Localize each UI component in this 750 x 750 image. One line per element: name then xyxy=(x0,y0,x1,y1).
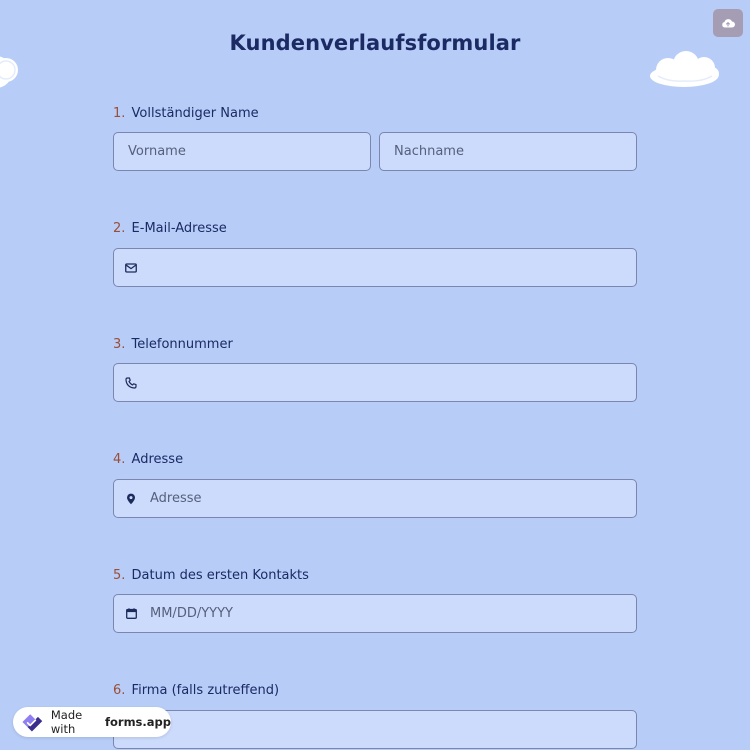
question-text: Firma (falls zutreffend) xyxy=(131,683,280,698)
question-text: Adresse xyxy=(131,452,184,467)
question-text: Telefonnummer xyxy=(131,337,233,352)
question-address: 4. Adresse xyxy=(113,451,637,469)
question-first-contact-date: 5. Datum des ersten Kontakts xyxy=(113,567,637,585)
map-pin-icon xyxy=(124,492,138,506)
last-name-placeholder: Nachname xyxy=(394,144,464,159)
envelope-icon xyxy=(124,261,138,275)
question-label: 6. Firma (falls zutreffend) xyxy=(113,682,637,700)
badge-prefix: Made with xyxy=(50,708,83,736)
address-input[interactable]: Adresse xyxy=(113,479,637,518)
question-full-name: 1. Vollständiger Name xyxy=(113,105,637,123)
forms-app-logo-icon xyxy=(22,714,43,732)
question-text: Vollständiger Name xyxy=(131,106,259,121)
question-label: 3. Telefonnummer xyxy=(113,336,637,354)
last-name-input[interactable]: Nachname xyxy=(379,132,637,171)
question-company: 6. Firma (falls zutreffend) xyxy=(113,682,637,700)
company-input[interactable] xyxy=(113,710,637,749)
question-text: Datum des ersten Kontakts xyxy=(131,568,309,583)
question-label: 1. Vollständiger Name xyxy=(113,105,637,123)
address-placeholder: Adresse xyxy=(150,491,202,506)
phone-icon xyxy=(124,376,138,390)
question-text: E-Mail-Adresse xyxy=(131,221,227,236)
question-number: 6. xyxy=(113,683,126,698)
first-name-input[interactable]: Vorname xyxy=(113,132,371,171)
question-label: 5. Datum des ersten Kontakts xyxy=(113,567,637,585)
question-number: 5. xyxy=(113,568,126,583)
phone-input[interactable] xyxy=(113,363,637,402)
form-page: Kundenverlaufsformular 1. Vollständiger … xyxy=(0,0,750,750)
date-input[interactable]: MM/DD/YYYY xyxy=(113,594,637,633)
question-number: 3. xyxy=(113,337,126,352)
cloud-upload-icon xyxy=(722,19,735,28)
date-placeholder: MM/DD/YYYY xyxy=(150,606,233,621)
question-number: 2. xyxy=(113,221,126,236)
question-label: 4. Adresse xyxy=(113,451,637,469)
cloud-decoration-left xyxy=(0,56,18,88)
made-with-forms-app-badge[interactable]: Made with forms.app xyxy=(13,707,171,737)
question-number: 1. xyxy=(113,106,126,121)
calendar-icon xyxy=(124,607,138,621)
question-email: 2. E-Mail-Adresse xyxy=(113,220,637,238)
question-label: 2. E-Mail-Adresse xyxy=(113,220,637,238)
question-number: 4. xyxy=(113,452,126,467)
first-name-placeholder: Vorname xyxy=(128,144,186,159)
question-phone: 3. Telefonnummer xyxy=(113,336,637,354)
form-title: Kundenverlaufsformular xyxy=(229,31,521,55)
email-input[interactable] xyxy=(113,248,637,287)
badge-brand: forms.app xyxy=(105,715,171,729)
